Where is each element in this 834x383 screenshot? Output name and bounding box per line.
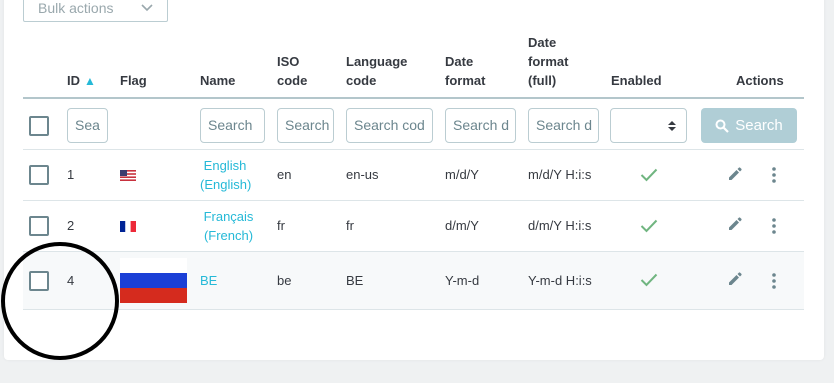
header-date-line1: Date	[445, 54, 474, 69]
more-vert-icon[interactable]	[772, 273, 776, 289]
filter-id-input[interactable]: Sea	[67, 108, 108, 143]
row-date-format: d/m/Y	[445, 218, 479, 233]
row-name-line1: BE	[200, 273, 218, 288]
flag-ru-icon	[120, 258, 187, 303]
row-name-link[interactable]: Français (French)	[200, 207, 257, 245]
search-icon	[715, 119, 730, 133]
flag-fr-icon	[120, 221, 136, 232]
check-icon[interactable]	[640, 219, 658, 233]
row-id: 2	[67, 218, 75, 233]
row-name-link[interactable]: English (English)	[200, 156, 252, 194]
header-datefull-line2: format	[528, 54, 569, 69]
row-checkbox[interactable]	[29, 216, 49, 236]
filter-enabled-select[interactable]	[610, 108, 687, 143]
filter-iso-input[interactable]: Search	[277, 108, 334, 143]
annotation-circle	[1, 242, 119, 360]
edit-icon[interactable]	[727, 216, 743, 232]
header-divider	[23, 97, 804, 99]
row-name-line2: (French)	[203, 228, 254, 243]
row-id: 1	[67, 167, 75, 182]
header-date-format[interactable]: Date format	[445, 52, 485, 90]
row-name-line1: Français	[203, 209, 254, 224]
header-iso-code[interactable]: ISO code	[277, 52, 307, 90]
bulk-actions-label: Bulk actions	[38, 0, 114, 16]
header-iso-line1: ISO	[277, 54, 300, 69]
header-flag: Flag	[120, 73, 147, 88]
row-divider	[23, 309, 804, 310]
header-enabled[interactable]: Enabled	[611, 71, 662, 90]
row-date-format-full: d/m/Y H:i:s	[528, 218, 592, 233]
edit-icon[interactable]	[727, 166, 743, 182]
row-name-line1: English	[203, 158, 247, 173]
edit-icon[interactable]	[727, 271, 743, 287]
row-date-format-full: Y-m-d H:i:s	[528, 273, 592, 288]
header-datefull-line1: Date	[528, 35, 557, 50]
more-vert-icon[interactable]	[772, 167, 776, 183]
header-datefull-line3: (full)	[528, 73, 557, 88]
header-iso-line2: code	[277, 73, 308, 88]
filter-date-format-input[interactable]: Search d	[445, 108, 516, 143]
row-name-line2: (English)	[200, 177, 252, 192]
flag-us-icon	[120, 170, 136, 181]
search-button[interactable]: Search	[701, 108, 797, 143]
header-date-line2: format	[445, 73, 486, 88]
row-language-code: fr	[346, 218, 354, 233]
row-divider	[23, 200, 804, 201]
row-iso: en	[277, 167, 292, 182]
row-divider	[23, 149, 804, 150]
row-language-code: en-us	[346, 167, 379, 182]
bulk-actions-dropdown[interactable]: Bulk actions	[23, 0, 168, 22]
row-checkbox[interactable]	[29, 165, 49, 185]
row-language-code: BE	[346, 273, 364, 288]
row-iso: fr	[277, 218, 285, 233]
check-icon[interactable]	[640, 273, 658, 287]
row-iso: be	[277, 273, 292, 288]
header-language-code[interactable]: Language code	[346, 52, 407, 90]
sort-asc-icon[interactable]: ▲	[84, 74, 96, 88]
header-name[interactable]: Name	[200, 71, 235, 90]
check-icon[interactable]	[640, 168, 658, 182]
filter-date-format-full-input[interactable]: Search d	[528, 108, 599, 143]
row-date-format: Y-m-d	[445, 273, 480, 288]
row-date-format: m/d/Y	[445, 167, 479, 182]
row-name-link[interactable]: BE	[200, 271, 222, 290]
row-date-format-full: m/d/Y H:i:s	[528, 167, 592, 182]
chevron-down-icon	[141, 4, 153, 12]
header-date-format-full[interactable]: Date format (full)	[528, 33, 568, 90]
more-vert-icon[interactable]	[772, 218, 776, 234]
select-caret-icon	[668, 120, 676, 131]
header-actions: Actions	[736, 73, 784, 88]
header-lang-line2: code	[346, 73, 377, 88]
header-id[interactable]: ID ▲	[67, 71, 96, 91]
filter-name-input[interactable]: Search	[200, 108, 265, 143]
search-button-label: Search	[735, 117, 783, 134]
header-id-label: ID	[67, 73, 80, 88]
header-lang-line1: Language	[346, 54, 408, 69]
filter-language-code-input[interactable]: Search cod	[346, 108, 433, 143]
select-all-checkbox[interactable]	[29, 116, 49, 136]
